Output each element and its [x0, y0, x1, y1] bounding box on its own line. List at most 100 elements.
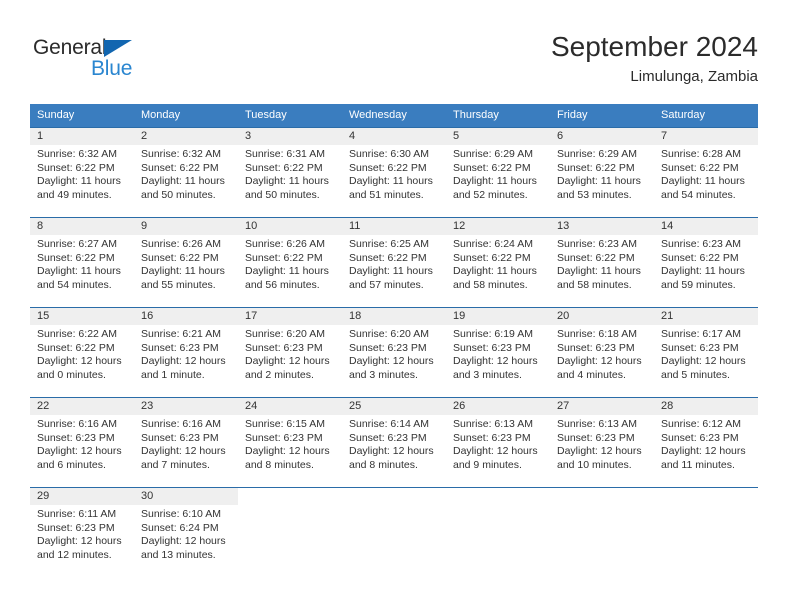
sunset-text: Sunset: 6:22 PM [557, 251, 635, 264]
day-cell[interactable]: 21 Sunrise: 6:17 AM Sunset: 6:23 PM Dayl… [654, 308, 758, 397]
daylight-text: Daylight: 11 hours and 55 minutes. [141, 265, 225, 291]
weekday-header-thursday: Thursday [453, 109, 499, 121]
weekday-header-saturday: Saturday [661, 109, 706, 121]
day-cell[interactable]: 14 Sunrise: 6:23 AM Sunset: 6:22 PM Dayl… [654, 218, 758, 307]
day-details: Sunrise: 6:13 AM Sunset: 6:23 PM Dayligh… [446, 415, 550, 472]
day-cell[interactable]: 9 Sunrise: 6:26 AM Sunset: 6:22 PM Dayli… [134, 218, 238, 307]
sunset-text: Sunset: 6:23 PM [245, 431, 323, 444]
sunset-text: Sunset: 6:22 PM [245, 161, 323, 174]
logo-text-blue: Blue [91, 57, 133, 80]
week-row: 8 Sunrise: 6:27 AM Sunset: 6:22 PM Dayli… [30, 217, 758, 307]
sunrise-text: Sunrise: 6:17 AM [661, 328, 741, 340]
day-cell[interactable]: 4 Sunrise: 6:30 AM Sunset: 6:22 PM Dayli… [342, 128, 446, 217]
day-cell[interactable]: 15 Sunrise: 6:22 AM Sunset: 6:22 PM Dayl… [30, 308, 134, 397]
daylight-text: Daylight: 12 hours and 5 minutes. [661, 355, 746, 381]
day-cell[interactable]: 7 Sunrise: 6:28 AM Sunset: 6:22 PM Dayli… [654, 128, 758, 217]
day-number: 24 [238, 398, 342, 415]
sunrise-text: Sunrise: 6:12 AM [661, 418, 741, 430]
day-cell[interactable]: 12 Sunrise: 6:24 AM Sunset: 6:22 PM Dayl… [446, 218, 550, 307]
daylight-text: Daylight: 11 hours and 50 minutes. [141, 175, 225, 201]
day-number: 16 [134, 308, 238, 325]
daylight-text: Daylight: 12 hours and 8 minutes. [245, 445, 330, 471]
day-cell[interactable]: 1 Sunrise: 6:32 AM Sunset: 6:22 PM Dayli… [30, 128, 134, 217]
week-row: 22 Sunrise: 6:16 AM Sunset: 6:23 PM Dayl… [30, 397, 758, 487]
sunset-text: Sunset: 6:23 PM [37, 521, 115, 534]
day-cell[interactable]: 26 Sunrise: 6:13 AM Sunset: 6:23 PM Dayl… [446, 398, 550, 487]
sunset-text: Sunset: 6:23 PM [557, 341, 635, 354]
day-cell[interactable]: 10 Sunrise: 6:26 AM Sunset: 6:22 PM Dayl… [238, 218, 342, 307]
day-number: 2 [134, 128, 238, 145]
calendar-grid: Sunday Monday Tuesday Wednesday Thursday… [30, 104, 758, 577]
day-number: 12 [446, 218, 550, 235]
daylight-text: Daylight: 12 hours and 4 minutes. [557, 355, 642, 381]
day-cell[interactable]: 19 Sunrise: 6:19 AM Sunset: 6:23 PM Dayl… [446, 308, 550, 397]
day-cell[interactable]: 2 Sunrise: 6:32 AM Sunset: 6:22 PM Dayli… [134, 128, 238, 217]
sunset-text: Sunset: 6:22 PM [349, 251, 427, 264]
sunrise-text: Sunrise: 6:32 AM [141, 148, 221, 160]
sunset-text: Sunset: 6:22 PM [141, 251, 219, 264]
daylight-text: Daylight: 11 hours and 54 minutes. [37, 265, 121, 291]
day-details: Sunrise: 6:23 AM Sunset: 6:22 PM Dayligh… [550, 235, 654, 292]
empty-band [654, 488, 758, 505]
day-cell[interactable]: 17 Sunrise: 6:20 AM Sunset: 6:23 PM Dayl… [238, 308, 342, 397]
day-details: Sunrise: 6:10 AM Sunset: 6:24 PM Dayligh… [134, 505, 238, 562]
day-cell[interactable]: 16 Sunrise: 6:21 AM Sunset: 6:23 PM Dayl… [134, 308, 238, 397]
daylight-text: Daylight: 12 hours and 9 minutes. [453, 445, 538, 471]
day-cell[interactable]: 22 Sunrise: 6:16 AM Sunset: 6:23 PM Dayl… [30, 398, 134, 487]
day-number: 4 [342, 128, 446, 145]
day-cell-empty [238, 488, 342, 577]
sunset-text: Sunset: 6:22 PM [37, 161, 115, 174]
day-cell[interactable]: 24 Sunrise: 6:15 AM Sunset: 6:23 PM Dayl… [238, 398, 342, 487]
day-number: 18 [342, 308, 446, 325]
day-details: Sunrise: 6:20 AM Sunset: 6:23 PM Dayligh… [238, 325, 342, 382]
day-cell[interactable]: 6 Sunrise: 6:29 AM Sunset: 6:22 PM Dayli… [550, 128, 654, 217]
daylight-text: Daylight: 12 hours and 2 minutes. [245, 355, 330, 381]
sunrise-text: Sunrise: 6:11 AM [37, 508, 117, 520]
general-blue-logo[interactable]: General Blue [33, 36, 193, 82]
week-row: 1 Sunrise: 6:32 AM Sunset: 6:22 PM Dayli… [30, 127, 758, 217]
day-cell[interactable]: 29 Sunrise: 6:11 AM Sunset: 6:23 PM Dayl… [30, 488, 134, 577]
sunrise-text: Sunrise: 6:29 AM [453, 148, 533, 160]
day-details: Sunrise: 6:11 AM Sunset: 6:23 PM Dayligh… [30, 505, 134, 562]
daylight-text: Daylight: 12 hours and 11 minutes. [661, 445, 746, 471]
day-details: Sunrise: 6:12 AM Sunset: 6:23 PM Dayligh… [654, 415, 758, 472]
sunrise-text: Sunrise: 6:29 AM [557, 148, 637, 160]
day-details: Sunrise: 6:27 AM Sunset: 6:22 PM Dayligh… [30, 235, 134, 292]
day-details: Sunrise: 6:26 AM Sunset: 6:22 PM Dayligh… [134, 235, 238, 292]
sunrise-text: Sunrise: 6:30 AM [349, 148, 429, 160]
sunrise-text: Sunrise: 6:13 AM [453, 418, 533, 430]
sunrise-text: Sunrise: 6:32 AM [37, 148, 117, 160]
sunset-text: Sunset: 6:22 PM [37, 251, 115, 264]
sunrise-text: Sunrise: 6:16 AM [37, 418, 117, 430]
weekday-header-friday: Friday [557, 109, 588, 121]
day-number: 7 [654, 128, 758, 145]
day-cell[interactable]: 20 Sunrise: 6:18 AM Sunset: 6:23 PM Dayl… [550, 308, 654, 397]
day-cell[interactable]: 8 Sunrise: 6:27 AM Sunset: 6:22 PM Dayli… [30, 218, 134, 307]
day-cell[interactable]: 13 Sunrise: 6:23 AM Sunset: 6:22 PM Dayl… [550, 218, 654, 307]
day-number: 23 [134, 398, 238, 415]
day-cell[interactable]: 11 Sunrise: 6:25 AM Sunset: 6:22 PM Dayl… [342, 218, 446, 307]
sunrise-text: Sunrise: 6:21 AM [141, 328, 221, 340]
day-cell[interactable]: 23 Sunrise: 6:16 AM Sunset: 6:23 PM Dayl… [134, 398, 238, 487]
day-number: 5 [446, 128, 550, 145]
day-cell[interactable]: 27 Sunrise: 6:13 AM Sunset: 6:23 PM Dayl… [550, 398, 654, 487]
day-cell[interactable]: 5 Sunrise: 6:29 AM Sunset: 6:22 PM Dayli… [446, 128, 550, 217]
sunset-text: Sunset: 6:24 PM [141, 521, 219, 534]
day-cell-empty [446, 488, 550, 577]
weekday-header-monday: Monday [141, 109, 181, 121]
day-number: 19 [446, 308, 550, 325]
day-cell[interactable]: 18 Sunrise: 6:20 AM Sunset: 6:23 PM Dayl… [342, 308, 446, 397]
sunset-text: Sunset: 6:22 PM [453, 161, 531, 174]
day-number: 3 [238, 128, 342, 145]
sunrise-text: Sunrise: 6:25 AM [349, 238, 429, 250]
day-number: 10 [238, 218, 342, 235]
day-cell[interactable]: 25 Sunrise: 6:14 AM Sunset: 6:23 PM Dayl… [342, 398, 446, 487]
day-cell[interactable]: 30 Sunrise: 6:10 AM Sunset: 6:24 PM Dayl… [134, 488, 238, 577]
sunrise-text: Sunrise: 6:23 AM [557, 238, 637, 250]
day-cell[interactable]: 3 Sunrise: 6:31 AM Sunset: 6:22 PM Dayli… [238, 128, 342, 217]
daylight-text: Daylight: 12 hours and 0 minutes. [37, 355, 122, 381]
day-cell[interactable]: 28 Sunrise: 6:12 AM Sunset: 6:23 PM Dayl… [654, 398, 758, 487]
day-number: 9 [134, 218, 238, 235]
sunset-text: Sunset: 6:23 PM [141, 341, 219, 354]
weekday-header-row: Sunday Monday Tuesday Wednesday Thursday… [30, 104, 758, 127]
